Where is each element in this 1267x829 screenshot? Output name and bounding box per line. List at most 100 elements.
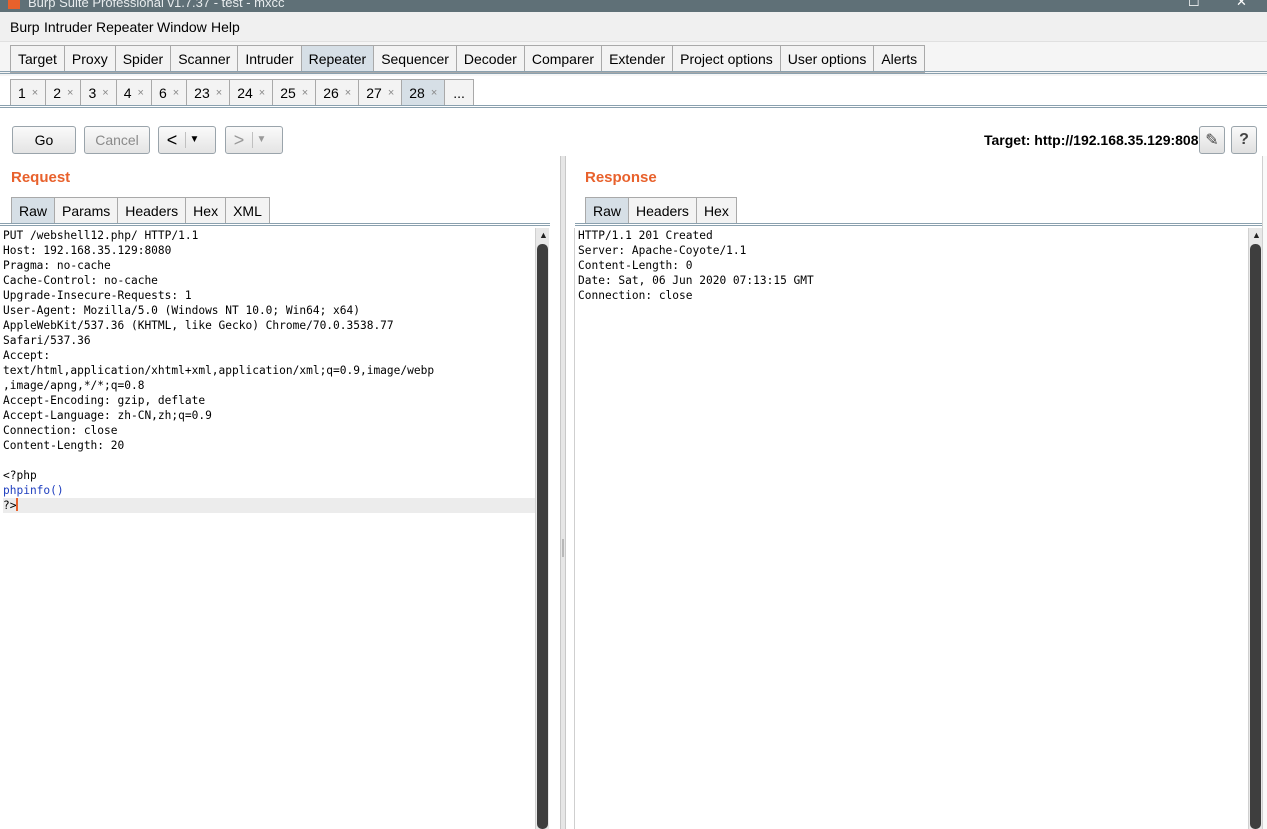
request-line: Pragma: no-cache	[3, 258, 536, 273]
close-tab-icon[interactable]: ×	[173, 87, 179, 99]
response-tab-hex[interactable]: Hex	[695, 197, 737, 224]
tab-alerts[interactable]: Alerts	[873, 45, 926, 73]
back-button[interactable]: < ▼	[158, 126, 216, 154]
pencil-icon: ✎	[1205, 132, 1219, 149]
response-scrollbar[interactable]: ▲	[1248, 228, 1262, 829]
close-tab-icon[interactable]: ×	[32, 87, 38, 99]
tab-comparer[interactable]: Comparer	[523, 45, 602, 73]
request-tabs: Raw Params Headers Hex XML	[11, 197, 270, 224]
request-line: PUT /webshell12.php/ HTTP/1.1	[3, 228, 536, 243]
repeater-tab-label: 24	[237, 84, 253, 101]
tab-decoder[interactable]: Decoder	[455, 45, 524, 73]
help-button[interactable]: ?	[1231, 126, 1257, 154]
response-editor[interactable]: HTTP/1.1 201 Created Server: Apache-Coyot…	[574, 228, 1248, 829]
scroll-up-icon[interactable]: ▲	[1252, 230, 1261, 240]
request-line: Cache-Control: no-cache	[3, 273, 536, 288]
tab-intruder[interactable]: Intruder	[237, 45, 301, 73]
menu-window[interactable]: Window	[157, 19, 207, 35]
response-tab-headers[interactable]: Headers	[628, 197, 696, 224]
request-line-text: User-Agent: Mozilla/5.0 (Windows NT 10.0…	[3, 304, 360, 317]
divider-grip[interactable]	[562, 539, 564, 557]
go-button[interactable]: Go	[12, 126, 76, 154]
request-line-text: Safari/537.36	[3, 334, 91, 347]
repeater-tab-label: 4	[123, 84, 132, 101]
tab-project-options[interactable]: Project options	[672, 45, 780, 73]
request-body[interactable]: PUT /webshell12.php/ HTTP/1.1 Host: 192.1…	[0, 228, 536, 513]
repeater-tab-27[interactable]: 27 ×	[358, 79, 402, 106]
request-line-text: phpinfo()	[3, 484, 64, 497]
repeater-tab-label: 26	[323, 84, 339, 101]
request-line-text: Accept-Language: zh-CN,zh;q=0.9	[3, 409, 212, 422]
repeater-tab-6[interactable]: 6 ×	[150, 79, 187, 106]
close-tab-icon[interactable]: ×	[216, 87, 222, 99]
response-body[interactable]: HTTP/1.1 201 Created Server: Apache-Coyot…	[575, 228, 1248, 303]
request-tabs-divider	[0, 223, 550, 226]
repeater-tab-3[interactable]: 3 ×	[80, 79, 116, 106]
tab-user-options[interactable]: User options	[779, 45, 874, 73]
close-tab-icon[interactable]: ×	[345, 87, 351, 99]
request-editor[interactable]: PUT /webshell12.php/ HTTP/1.1 Host: 192.1…	[0, 228, 536, 829]
repeater-tab-26[interactable]: 26 ×	[315, 79, 359, 106]
forward-button[interactable]: > ▼	[225, 126, 283, 154]
repeater-tab-2[interactable]: 2 ×	[45, 79, 81, 106]
request-scrollbar[interactable]: ▲	[535, 228, 549, 829]
tab-sequencer[interactable]: Sequencer	[373, 45, 456, 73]
menu-repeater[interactable]: Repeater	[96, 19, 154, 35]
forward-history-dropdown-icon[interactable]: ▼	[252, 132, 270, 148]
response-line: Content-Length: 0	[578, 258, 1248, 273]
cancel-button[interactable]: Cancel	[84, 126, 150, 154]
edit-target-button[interactable]: ✎	[1199, 126, 1225, 154]
repeater-new-tab[interactable]: ...	[444, 79, 474, 106]
response-tabs-divider	[575, 223, 1263, 226]
request-line: <?php	[3, 468, 536, 483]
tab-scanner[interactable]: Scanner	[170, 45, 238, 73]
repeater-tab-1[interactable]: 1 ×	[10, 79, 46, 106]
request-tab-xml[interactable]: XML	[225, 197, 270, 224]
response-tab-raw[interactable]: Raw	[585, 197, 629, 224]
close-tab-icon[interactable]: ×	[67, 87, 73, 99]
tab-target[interactable]: Target	[10, 45, 64, 73]
request-line-text: Accept:	[3, 349, 51, 362]
request-tab-raw[interactable]: Raw	[11, 197, 55, 224]
request-scrollbar-thumb[interactable]	[537, 244, 548, 829]
request-line-text: Pragma: no-cache	[3, 259, 111, 272]
burp-logo-icon	[8, 0, 20, 9]
close-tab-icon[interactable]: ×	[388, 87, 394, 99]
menu-intruder[interactable]: Intruder	[44, 19, 92, 35]
menu-bar: Burp Intruder Repeater Window Help	[0, 12, 1267, 42]
close-tab-icon[interactable]: ×	[102, 87, 108, 99]
close-tab-icon[interactable]: ×	[138, 87, 144, 99]
scroll-up-icon[interactable]: ▲	[539, 230, 548, 240]
repeater-tab-28[interactable]: 28 ×	[401, 79, 445, 106]
request-tab-params[interactable]: Params	[54, 197, 118, 224]
tab-repeater[interactable]: Repeater	[300, 45, 374, 73]
menu-help[interactable]: Help	[211, 19, 240, 35]
response-line: HTTP/1.1 201 Created	[578, 228, 1248, 243]
tab-proxy[interactable]: Proxy	[63, 45, 115, 73]
request-tab-hex[interactable]: Hex	[185, 197, 226, 224]
tool-tabs-divider	[0, 71, 1267, 74]
back-history-dropdown-icon[interactable]: ▼	[185, 132, 203, 148]
request-tab-headers[interactable]: Headers	[117, 197, 186, 224]
tab-extender[interactable]: Extender	[601, 45, 673, 73]
maximize-icon[interactable]: ☐	[1188, 0, 1200, 10]
repeater-tab-label: 27	[366, 84, 382, 101]
menu-burp[interactable]: Burp	[10, 19, 40, 35]
close-tab-icon[interactable]: ×	[302, 87, 308, 99]
repeater-tab-label: 28	[409, 84, 425, 101]
close-tab-icon[interactable]: ×	[431, 87, 437, 99]
window-title: Burp Suite Professional v1.7.37 - test -…	[28, 0, 285, 10]
close-window-icon[interactable]: ✕	[1236, 0, 1247, 10]
response-tabs: Raw Headers Hex	[585, 197, 737, 224]
response-scrollbar-thumb[interactable]	[1250, 244, 1261, 829]
repeater-tab-24[interactable]: 24 ×	[229, 79, 273, 106]
repeater-tab-23[interactable]: 23 ×	[186, 79, 230, 106]
repeater-tab-25[interactable]: 25 ×	[272, 79, 316, 106]
target-label: Target: http://192.168.35.129:8080	[984, 132, 1207, 148]
tab-spider[interactable]: Spider	[114, 45, 171, 73]
response-line: Date: Sat, 06 Jun 2020 07:13:15 GMT	[578, 273, 1248, 288]
repeater-tab-4[interactable]: 4 ×	[115, 79, 151, 106]
split-pane-divider[interactable]	[560, 156, 566, 829]
response-line-text: HTTP/1.1 201 Created	[578, 229, 713, 242]
close-tab-icon[interactable]: ×	[259, 87, 265, 99]
